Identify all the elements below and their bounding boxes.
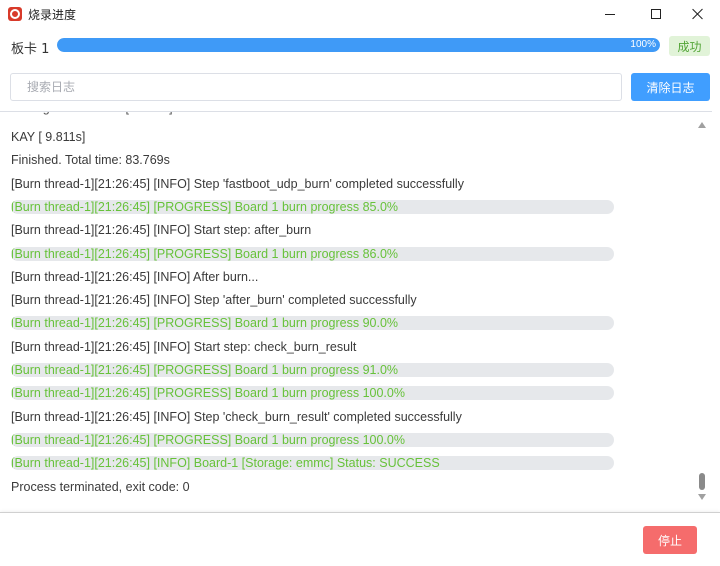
log-line: [Burn thread-1][21:26:45] [PROGRESS] Boa… (11, 363, 614, 377)
log-line: Writing 'usrfs' OKAY [ 9.811s] (11, 112, 173, 115)
maximize-button[interactable] (634, 0, 678, 28)
minimize-button[interactable] (588, 0, 632, 28)
log-line: [Burn thread-1][21:26:45] [PROGRESS] Boa… (11, 386, 614, 401)
close-icon (692, 8, 704, 20)
log-line: KAY [ 9.811s] (11, 130, 86, 144)
footer-bar: 停止 (0, 512, 720, 566)
window-title: 烧录进度 (28, 8, 77, 22)
log-line: Finished. Total time: 83.769s (11, 153, 170, 168)
minimize-icon (605, 13, 615, 15)
progress-fill (57, 38, 660, 52)
log-line: [Burn thread-1][21:26:45] [INFO] Board-1… (11, 456, 614, 471)
log-line: Process terminated, exit code: 0 (11, 479, 190, 494)
log-line: [Burn thread-1][21:26:45] [INFO] Start s… (11, 339, 357, 354)
clear-log-button[interactable]: 清除日志 (631, 73, 710, 101)
scroll-up-arrow-icon[interactable] (698, 122, 706, 128)
maximize-icon (651, 9, 661, 19)
status-badge: 成功 (669, 36, 710, 56)
app-logo-icon (8, 7, 22, 21)
log-scrollbar[interactable] (694, 112, 712, 512)
scroll-down-arrow-icon[interactable] (698, 494, 706, 500)
board-label: 板卡 1 (11, 42, 50, 57)
scroll-thumb[interactable] (699, 473, 705, 490)
burn-progress-bar: 100% (57, 38, 660, 52)
title-bar: 烧录进度 (0, 0, 720, 28)
close-button[interactable] (676, 0, 720, 28)
log-line: [Burn thread-1][21:26:45] [PROGRESS] Boa… (11, 246, 614, 261)
log-line: [Burn thread-1][21:26:45] [PROGRESS] Boa… (11, 316, 614, 331)
log-line: [Burn thread-1][21:26:45] [INFO] After b… (11, 269, 259, 284)
search-input[interactable] (10, 73, 622, 101)
log-line: [Burn thread-1][21:26:45] [PROGRESS] Boa… (11, 432, 614, 447)
log-line: [Burn thread-1][21:26:45] [INFO] Start s… (11, 223, 312, 238)
progress-percent: 100% (630, 39, 656, 50)
stop-button[interactable]: 停止 (643, 526, 697, 554)
log-panel[interactable]: Writing 'usrfs' OKAY [ 9.811s] KAY [ 9.81… (0, 111, 712, 512)
log-line: [Burn thread-1][21:26:45] [INFO] Step 'c… (11, 409, 462, 424)
log-line: [Burn thread-1][21:26:45] [INFO] Step 'a… (11, 293, 417, 308)
log-line: [Burn thread-1][21:26:45] [PROGRESS] Boa… (11, 199, 614, 214)
log-line: [Burn thread-1][21:26:45] [INFO] Step 'f… (11, 176, 464, 191)
